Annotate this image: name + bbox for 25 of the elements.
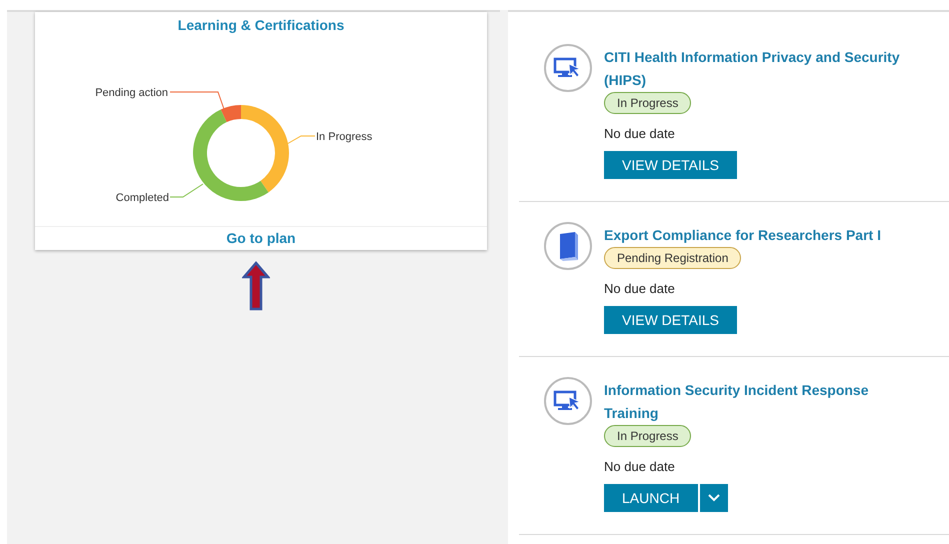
dropdown-button[interactable] xyxy=(700,484,728,512)
due-date-text: No due date xyxy=(604,281,675,297)
chevron-down-icon xyxy=(708,494,720,502)
due-date-text: No due date xyxy=(604,126,675,142)
go-to-plan-link[interactable]: Go to plan xyxy=(35,226,487,250)
view-details-button[interactable]: VIEW DETAILS xyxy=(604,151,737,179)
computer-icon xyxy=(544,44,592,92)
segment-label: Completed xyxy=(116,192,169,204)
status-badge: In Progress xyxy=(604,92,692,114)
segment-label: Pending action xyxy=(95,87,168,99)
course-title-link[interactable]: CITI Health Information Privacy and Security (HIPS) xyxy=(604,46,904,92)
course-title-link[interactable]: Information Security Incident Response Training xyxy=(604,379,904,425)
launch-button[interactable]: LAUNCH xyxy=(604,484,698,512)
book-icon xyxy=(544,222,592,270)
leader-line xyxy=(286,136,316,144)
card-title: Learning & Certifications xyxy=(178,16,344,34)
computer-icon xyxy=(544,377,592,425)
status-badge: Pending Registration xyxy=(604,247,742,269)
status-badge: In Progress xyxy=(604,425,692,447)
course-title-link[interactable]: Export Compliance for Researchers Part I xyxy=(604,224,881,247)
due-date-text: No due date xyxy=(604,459,675,475)
leader-line xyxy=(170,184,204,198)
view-details-button[interactable]: VIEW DETAILS xyxy=(604,306,737,334)
arrow-icon xyxy=(242,261,270,311)
segment-label: In Progress xyxy=(316,131,372,143)
